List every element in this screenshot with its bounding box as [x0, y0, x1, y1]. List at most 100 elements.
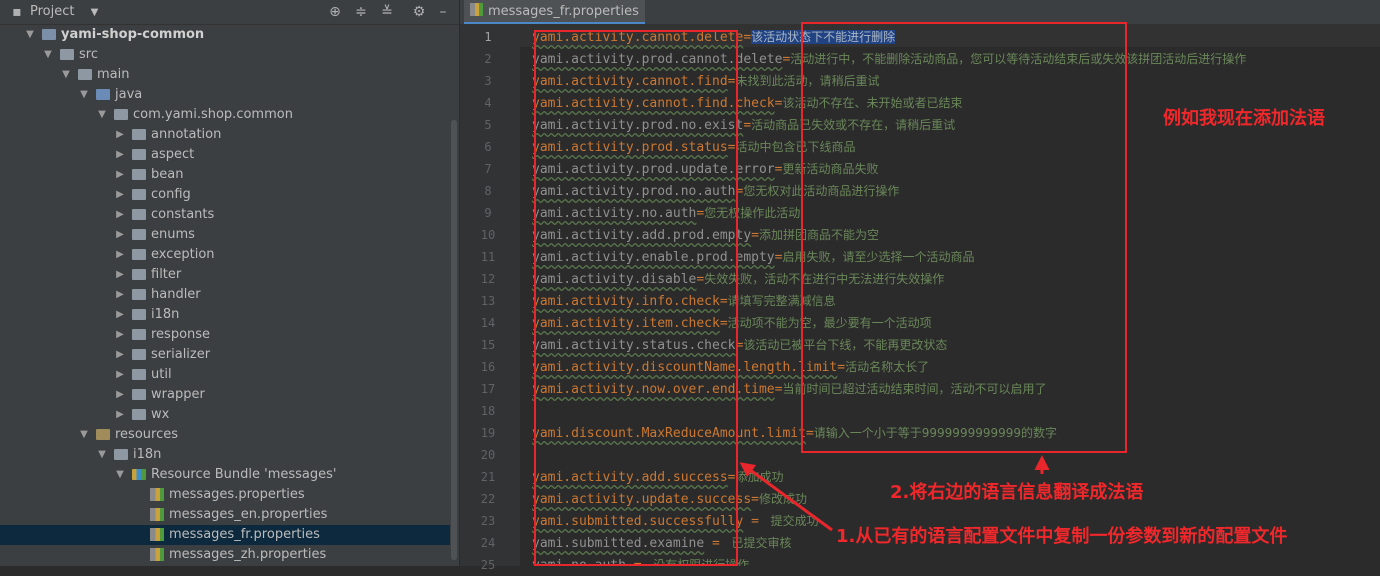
project-view-title: Project [30, 4, 75, 19]
tree-item-label: i18n [151, 307, 180, 322]
chevron-right-icon[interactable]: ▶ [114, 205, 126, 225]
line-number: 21 [480, 470, 496, 484]
line-number: 7 [484, 162, 492, 176]
tree-item-label: main [97, 67, 130, 82]
tree-item-label: com.yami.shop.common [133, 107, 293, 122]
chevron-right-icon[interactable]: ▶ [114, 125, 126, 145]
tree-item[interactable]: ▼ main [0, 65, 450, 85]
tree-item[interactable]: ▼ Resource Bundle 'messages' [0, 465, 450, 485]
chevron-right-icon[interactable]: ▶ [114, 165, 126, 185]
project-tool-window: ▪ Project ▼ ⊕ ≑ ≚ ⚙ – ▼ yami-shop-common ▼… [0, 0, 460, 566]
tree-item[interactable]: ▼ resources [0, 425, 450, 445]
tree-item-label: serializer [151, 347, 211, 362]
tree-item[interactable]: ▶ config [0, 185, 450, 205]
chevron-right-icon[interactable]: ▶ [114, 145, 126, 165]
package-icon [132, 409, 146, 420]
expand-all-icon[interactable]: ≑ [352, 3, 370, 21]
tree-item[interactable]: ▶ aspect [0, 145, 450, 165]
tree-item[interactable]: ▶ bean [0, 165, 450, 185]
package-icon [132, 229, 146, 240]
locate-icon[interactable]: ⊕ [326, 3, 344, 21]
tree-item-label: annotation [151, 127, 222, 142]
tree-item[interactable]: ▼ java [0, 85, 450, 105]
chevron-right-icon[interactable]: ▶ [114, 345, 126, 365]
chevron-right-icon[interactable]: ▶ [114, 245, 126, 265]
chevron-down-icon[interactable]: ▼ [96, 445, 108, 465]
tree-item-label: java [115, 87, 143, 102]
settings-icon[interactable]: ⚙ [410, 3, 428, 21]
tree-item[interactable]: ▼ i18n [0, 445, 450, 465]
chevron-down-icon[interactable]: ▼ [24, 25, 36, 45]
chevron-down-icon[interactable]: ▼ [78, 425, 90, 445]
chevron-right-icon[interactable]: ▶ [114, 305, 126, 325]
package-icon [132, 329, 146, 340]
tree-item[interactable]: ▶ i18n [0, 305, 450, 325]
tree-item[interactable]: ▶ util [0, 365, 450, 385]
chevron-down-icon[interactable]: ▼ [78, 85, 90, 105]
tree-item[interactable]: messages_zh.properties [0, 545, 450, 565]
annotation-step-1: 1.从已有的语言配置文件中复制一份参数到新的配置文件 [836, 526, 1288, 547]
tree-item[interactable]: ▼ com.yami.shop.common [0, 105, 450, 125]
tree-item[interactable]: ▶ wx [0, 405, 450, 425]
chevron-down-icon[interactable]: ▼ [42, 45, 54, 65]
chevron-down-icon[interactable]: ▼ [60, 65, 72, 85]
tree-item[interactable]: ▶ wrapper [0, 385, 450, 405]
line-number: 18 [480, 404, 496, 418]
project-panel-header: ▪ Project ▼ ⊕ ≑ ≚ ⚙ – [0, 0, 459, 25]
tree-item[interactable]: ▶ filter [0, 265, 450, 285]
tree-item-label: wrapper [151, 387, 205, 402]
annotation-step-2: 2.将右边的语言信息翻译成法语 [890, 482, 1144, 503]
tree-item[interactable]: ▶ exception [0, 245, 450, 265]
tree-item-label: filter [151, 267, 182, 282]
tree-item[interactable]: ▶ enums [0, 225, 450, 245]
tree-scrollbar-thumb[interactable] [451, 120, 457, 560]
tree-item[interactable]: ▶ handler [0, 285, 450, 305]
tree-item-label: handler [151, 287, 201, 302]
line-number: 10 [480, 228, 496, 242]
tree-item[interactable]: ▼ yami-shop-common [0, 25, 450, 45]
tree-item-label: yami-shop-common [61, 27, 205, 42]
tree-item[interactable]: ▶ response [0, 325, 450, 345]
chevron-right-icon[interactable]: ▶ [114, 225, 126, 245]
chevron-right-icon[interactable]: ▶ [114, 185, 126, 205]
property-value: 添加成功 [735, 470, 784, 484]
tree-item[interactable]: ▶ constants [0, 205, 450, 225]
line-number: 24 [480, 536, 496, 550]
chevron-right-icon[interactable]: ▶ [114, 405, 126, 425]
line-number: 12 [480, 272, 496, 286]
property-separator: = [743, 118, 752, 133]
chevron-down-icon[interactable]: ▼ [114, 465, 126, 485]
tab-messages-fr-properties[interactable]: messages_fr.properties [464, 0, 645, 24]
properties-icon [150, 528, 164, 541]
chevron-right-icon[interactable]: ▶ [114, 325, 126, 345]
chevron-right-icon[interactable]: ▶ [114, 265, 126, 285]
chevron-down-icon: ▼ [90, 7, 99, 18]
collapse-all-icon[interactable]: ≚ [378, 3, 396, 21]
line-number: 11 [480, 250, 496, 264]
tree-item-label: config [151, 187, 191, 202]
tree-item[interactable]: ▼ src [0, 45, 450, 65]
properties-icon [150, 488, 164, 501]
package-icon [132, 149, 146, 160]
chevron-right-icon[interactable]: ▶ [114, 385, 126, 405]
properties-icon [150, 508, 164, 521]
tree-item-label: messages_en.properties [169, 507, 328, 522]
project-view-selector[interactable]: Project ▼ [30, 0, 98, 24]
tree-item-label: util [151, 367, 172, 382]
chevron-right-icon[interactable]: ▶ [114, 365, 126, 385]
package-icon [132, 289, 146, 300]
src-icon [96, 89, 110, 100]
line-number: 22 [480, 492, 496, 506]
tree-item[interactable]: messages_fr.properties [0, 525, 450, 545]
line-number: 19 [480, 426, 496, 440]
tree-item-label: messages_fr.properties [169, 527, 320, 542]
tree-item-label: exception [151, 247, 215, 262]
tree-item[interactable]: messages.properties [0, 485, 450, 505]
minimize-icon[interactable]: – [434, 3, 452, 21]
tree-item[interactable]: messages_en.properties [0, 505, 450, 525]
chevron-right-icon[interactable]: ▶ [114, 285, 126, 305]
tree-item[interactable]: ▶ annotation [0, 125, 450, 145]
tree-item[interactable]: ▶ serializer [0, 345, 450, 365]
line-number: 13 [480, 294, 496, 308]
chevron-down-icon[interactable]: ▼ [96, 105, 108, 125]
